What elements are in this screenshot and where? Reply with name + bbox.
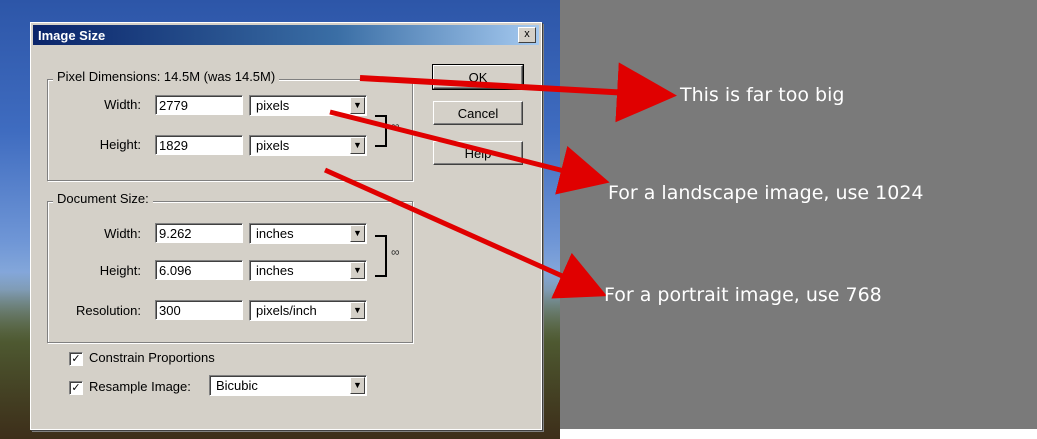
annotation-arrows [323,62,677,299]
arrow-too-big [359,62,677,123]
annotation-portrait: For a portrait image, use 768 [604,284,882,306]
arrow-portrait [323,167,608,299]
annotation-too-big: This is far too big [680,84,845,106]
arrow-landscape [329,109,610,195]
annotation-landscape: For a landscape image, use 1024 [608,182,924,204]
